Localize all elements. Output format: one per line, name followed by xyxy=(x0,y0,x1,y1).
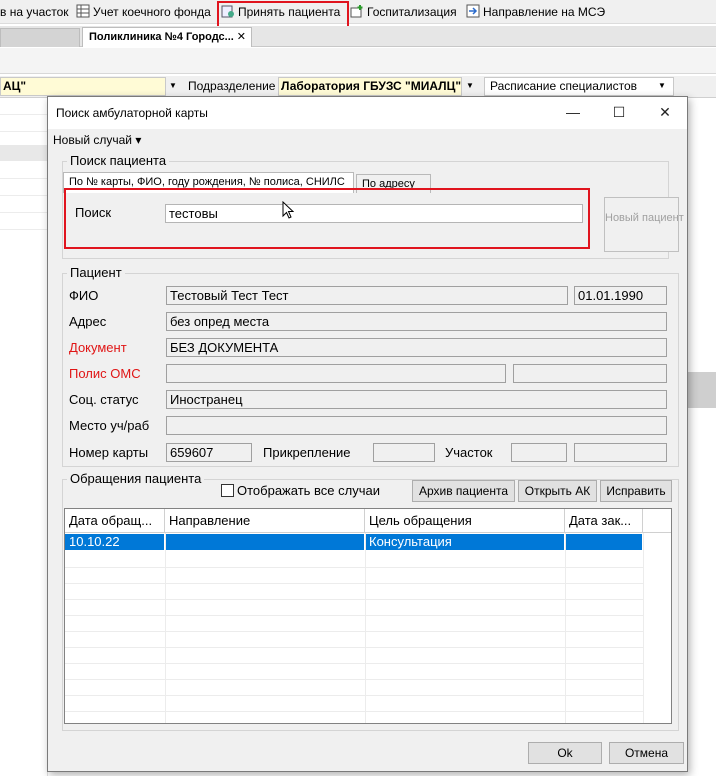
table-cell xyxy=(165,534,365,550)
toolbar-mse-referral[interactable]: Направление на МСЭ xyxy=(466,2,605,22)
address-label: Адрес xyxy=(69,314,107,329)
policy-number-field[interactable] xyxy=(513,364,667,383)
chevron-down-icon[interactable]: ▼ xyxy=(655,77,669,96)
tab-inactive[interactable] xyxy=(0,28,80,47)
toolbar-bed-fund[interactable]: Учет коечного фонда xyxy=(76,2,211,22)
filter-left-combo[interactable]: АЦ" xyxy=(0,77,166,96)
show-all-label: Отображать все случаи xyxy=(237,483,380,498)
background-right-header xyxy=(687,372,716,408)
show-all-checkbox[interactable] xyxy=(221,484,234,497)
district-field[interactable] xyxy=(511,443,567,462)
maximize-icon[interactable]: ☐ xyxy=(596,97,642,128)
fio-field[interactable]: Тестовый Тест Тест xyxy=(166,286,568,305)
referral-icon xyxy=(466,4,480,18)
visits-table: Дата обращ... Направление Цель обращения… xyxy=(64,508,672,724)
toolbar-hospitalization[interactable]: Госпитализация xyxy=(350,2,457,22)
document-field[interactable]: БЕЗ ДОКУМЕНТА xyxy=(166,338,667,357)
search-label: Поиск xyxy=(75,205,112,220)
patient-search-group: Поиск пациента По № карты, ФИО, году рож… xyxy=(62,154,669,259)
fio-label: ФИО xyxy=(69,288,99,303)
hospitalization-icon xyxy=(350,5,363,18)
work-place-field[interactable] xyxy=(166,416,667,435)
table-header: Дата обращ... Направление Цель обращения… xyxy=(65,509,671,533)
document-label: Документ xyxy=(69,340,127,355)
tab-by-address[interactable]: По адресу xyxy=(356,174,431,193)
address-field[interactable]: без опред места xyxy=(166,312,667,331)
policy-field[interactable] xyxy=(166,364,506,383)
column-header[interactable]: Дата зак... xyxy=(565,509,643,533)
background-right xyxy=(687,98,716,776)
district-label: Участок xyxy=(445,445,493,460)
search-card-dialog: Поиск амбулаторной карты — ☐ ✕ Новый слу… xyxy=(47,96,688,772)
mouse-cursor-icon xyxy=(282,201,294,219)
edit-button[interactable]: Исправить xyxy=(600,480,672,502)
social-status-label: Соц. статус xyxy=(69,392,139,407)
close-icon[interactable]: ✕ xyxy=(642,97,688,128)
table-cell: Консультация xyxy=(365,534,565,550)
column-header[interactable]: Направление xyxy=(165,509,365,533)
tab-polyclinic[interactable]: Поликлиника №4 Городс... ✕ xyxy=(82,27,252,47)
policy-label: Полис ОМС xyxy=(69,366,141,381)
attachment-label: Прикрепление xyxy=(263,445,351,460)
tab-by-card[interactable]: По № карты, ФИО, году рождения, № полиса… xyxy=(63,172,354,193)
toolbar-assign-district[interactable]: в на участок xyxy=(0,2,69,22)
search-input[interactable]: тестовы xyxy=(165,204,583,223)
document-tabs: Поликлиника №4 Городс... ✕ xyxy=(0,26,716,47)
main-toolbar: в на участок Учет коечного фонда Принять… xyxy=(0,0,716,24)
ok-button[interactable]: Ok xyxy=(528,742,602,764)
accept-patient-icon xyxy=(221,5,234,18)
minimize-icon[interactable]: — xyxy=(550,97,596,128)
card-number-field[interactable]: 659607 xyxy=(166,443,252,462)
patient-group: Пациент ФИО Тестовый Тест Тест 01.01.199… xyxy=(62,266,679,467)
archive-button[interactable]: Архив пациента xyxy=(412,480,515,502)
close-icon[interactable]: ✕ xyxy=(237,28,246,46)
new-patient-button[interactable]: Новый пациент xyxy=(604,197,684,252)
table-cell: 10.10.22 xyxy=(65,534,165,550)
chevron-down-icon[interactable]: ▼ xyxy=(463,77,477,96)
group-title: Поиск пациента xyxy=(67,154,170,168)
dialog-title: Поиск амбулаторной карты xyxy=(56,106,208,120)
division-combo[interactable]: Лаборатория ГБУЗС "МИАЛЦ" xyxy=(278,77,462,96)
birth-date-field[interactable]: 01.01.1990 xyxy=(574,286,667,305)
district-extra-field[interactable] xyxy=(574,443,667,462)
social-status-field[interactable]: Иностранец xyxy=(166,390,667,409)
group-title: Обращения пациента xyxy=(67,472,205,486)
toolbar-accept-patient[interactable]: Принять пациента xyxy=(221,2,340,22)
card-number-label: Номер карты xyxy=(69,445,149,460)
division-label: Подразделение xyxy=(188,79,276,93)
background-list xyxy=(0,98,48,776)
open-ak-button[interactable]: Открыть АК xyxy=(518,480,597,502)
table-row[interactable]: 10.10.22 Консультация xyxy=(65,534,643,550)
table-icon xyxy=(76,4,90,18)
new-case-menu[interactable]: Новый случай ▾ xyxy=(53,132,141,148)
column-header[interactable]: Цель обращения xyxy=(365,509,565,533)
filter-bar: АЦ" ▼ Подразделение Лаборатория ГБУЗС "М… xyxy=(0,76,716,98)
table-cell xyxy=(565,534,643,550)
work-place-label: Место уч/раб xyxy=(69,418,150,433)
cancel-button[interactable]: Отмена xyxy=(609,742,684,764)
column-header[interactable]: Дата обращ... xyxy=(65,509,165,533)
sub-toolbar xyxy=(0,48,716,74)
attachment-field[interactable] xyxy=(373,443,435,462)
chevron-down-icon[interactable]: ▼ xyxy=(166,77,180,96)
schedule-combo[interactable]: Расписание специалистов xyxy=(484,77,674,96)
dialog-titlebar: Поиск амбулаторной карты — ☐ ✕ xyxy=(48,97,687,129)
group-title: Пациент xyxy=(67,266,125,280)
